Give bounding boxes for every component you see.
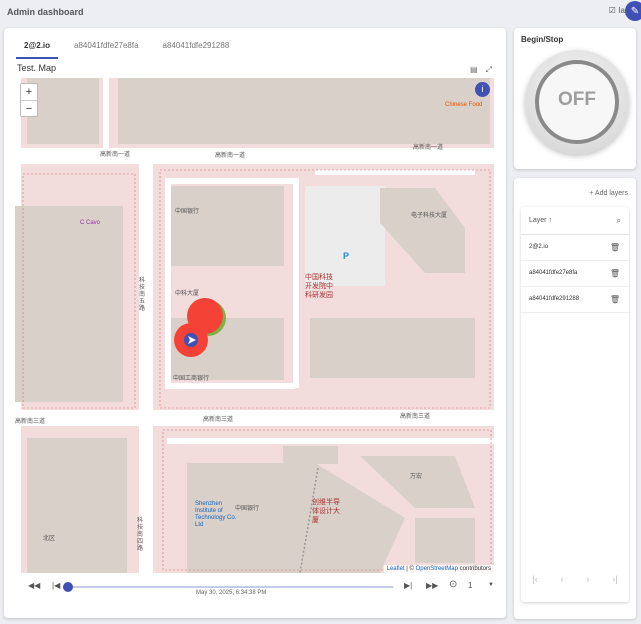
zoom-control: + − <box>20 83 38 117</box>
zoom-out-button[interactable]: − <box>21 100 37 116</box>
poi-label: C Cavo <box>80 220 101 226</box>
map-panel: 2@2.io a84041fdfe27e8fa a84041fdfe291288… <box>4 28 506 618</box>
export-icon[interactable]: ▤ <box>470 65 478 75</box>
search-icon[interactable]: ⌕ <box>617 216 621 226</box>
play-icon[interactable]: ⊙ <box>449 579 457 590</box>
attribution-suffix: contributors <box>457 566 491 572</box>
fast-forward-icon[interactable]: ▶▶ <box>426 581 438 590</box>
list-item[interactable]: a84041fdfe27e8fa 🗑 <box>521 261 629 287</box>
top-bar: Admin dashboard ☑ lay ✎ <box>0 0 641 24</box>
poi-label: Chinese Food <box>445 102 483 108</box>
layer-name: a84041fdfe291288 <box>529 296 580 302</box>
timeline-thumb[interactable] <box>63 582 73 592</box>
device-tabs: 2@2.io a84041fdfe27e8fa a84041fdfe291288 <box>12 34 242 59</box>
layer-name: 2@2.io <box>529 244 549 250</box>
playback-timestamp: May 30, 2025, 6:34:38 PM <box>196 590 267 596</box>
attribution-separator: | © <box>404 566 416 572</box>
street-label: 高新南三道 <box>203 417 234 423</box>
pagination: |‹ ‹ › ›| <box>521 574 629 584</box>
playback-controls: ◀◀ |◀ ▶| ▶▶ ⊙ 1 ▼ May 30, 2025, 6:34:38 … <box>16 578 498 598</box>
street-label: 高新南一道 <box>100 152 131 158</box>
map-tiles <box>15 78 494 573</box>
tab-a84041fdfe291288[interactable]: a84041fdfe291288 <box>151 34 242 56</box>
switch-panel: Begin/Stop OFF <box>514 28 636 169</box>
app-title: Admin dashboard <box>7 7 84 17</box>
map-widget-title: Test. Map <box>17 63 57 73</box>
trash-icon[interactable]: 🗑 <box>610 243 620 252</box>
layers-list: Layer ↑ ⌕ 2@2.io 🗑 a84041fdfe27e8fa 🗑 a8… <box>521 207 629 602</box>
skip-next-icon[interactable]: ▶| <box>404 581 412 590</box>
power-switch[interactable]: OFF <box>525 50 629 154</box>
zoom-in-button[interactable]: + <box>21 84 37 100</box>
street-label: 高新南三道 <box>15 419 46 425</box>
info-button[interactable]: i <box>475 82 490 97</box>
skip-previous-icon[interactable]: |◀ <box>52 581 60 590</box>
switch-title: Begin/Stop <box>521 35 564 44</box>
layer-name: a84041fdfe27e8fa <box>529 270 578 276</box>
checkbox-icon: ☑ <box>608 6 616 15</box>
info-icon: i <box>481 84 484 94</box>
parking-icon: P <box>343 251 350 261</box>
street-label: 高新南三道 <box>400 414 431 420</box>
layer-sort-header[interactable]: Layer ↑ <box>529 217 552 224</box>
poi-label: 中国银行 <box>235 506 260 512</box>
prev-page-icon[interactable]: ‹ <box>561 574 564 584</box>
map-canvas[interactable]: 高新南一道 高新南一道 高新南一道 高新南三道 高新南三道 高新南三道 科技南五… <box>15 78 494 573</box>
first-page-icon[interactable]: |‹ <box>532 574 537 584</box>
leaflet-link[interactable]: Leaflet <box>387 566 405 572</box>
poi-label: 创维半导 体设计大 厦 <box>312 499 340 524</box>
street-label: 高新南一道 <box>413 145 444 151</box>
street-label: 科技南五路 <box>139 278 146 312</box>
widget-actions: ▤ ⤢ <box>470 65 492 75</box>
poi-label: 中国工商银行 <box>173 376 210 382</box>
poi-label: Shenzhen Institute of Technology Co. Ltd <box>195 501 237 528</box>
poi-label: 中国银行 <box>175 209 200 215</box>
fast-rewind-icon[interactable]: ◀◀ <box>28 581 40 590</box>
tab-2at2[interactable]: 2@2.io <box>12 34 62 59</box>
poi-label: 中国科技 开发院中 科研发园 <box>305 274 333 299</box>
layers-panel: + Add layers Layer ↑ ⌕ 2@2.io 🗑 a84041fd… <box>514 178 636 619</box>
poi-label: 北区 <box>43 536 56 542</box>
poi-label: 中科大厦 <box>175 291 200 297</box>
switch-state: OFF <box>558 89 596 110</box>
layers-list-header: Layer ↑ ⌕ <box>521 207 629 235</box>
last-page-icon[interactable]: ›| <box>612 574 617 584</box>
chevron-down-icon[interactable]: ▼ <box>488 582 494 588</box>
trash-icon[interactable]: 🗑 <box>610 269 620 278</box>
switch-face: OFF <box>535 60 619 144</box>
trash-icon[interactable]: 🗑 <box>610 295 620 304</box>
next-page-icon[interactable]: › <box>586 574 589 584</box>
timeline-track[interactable] <box>68 586 393 588</box>
pencil-icon: ✎ <box>630 5 640 17</box>
map-attribution: Leaflet | © OpenStreetMap contributors <box>383 565 494 573</box>
poi-label: 电子科技大厦 <box>411 213 448 219</box>
street-label: 高新南一道 <box>215 153 246 159</box>
list-item[interactable]: 2@2.io 🗑 <box>521 235 629 261</box>
street-label: 科技南四路 <box>137 518 144 552</box>
tab-a84041fdfe27e8fa[interactable]: a84041fdfe27e8fa <box>62 34 151 56</box>
poi-label: 万宏 <box>410 474 423 480</box>
fullscreen-icon[interactable]: ⤢ <box>486 65 492 75</box>
osm-link[interactable]: OpenStreetMap <box>416 566 458 572</box>
edit-button[interactable]: ✎ <box>625 1 641 21</box>
speed-value[interactable]: 1 <box>468 581 472 590</box>
list-item[interactable]: a84041fdfe291288 🗑 <box>521 287 629 313</box>
add-layers-button[interactable]: + Add layers <box>589 190 628 197</box>
